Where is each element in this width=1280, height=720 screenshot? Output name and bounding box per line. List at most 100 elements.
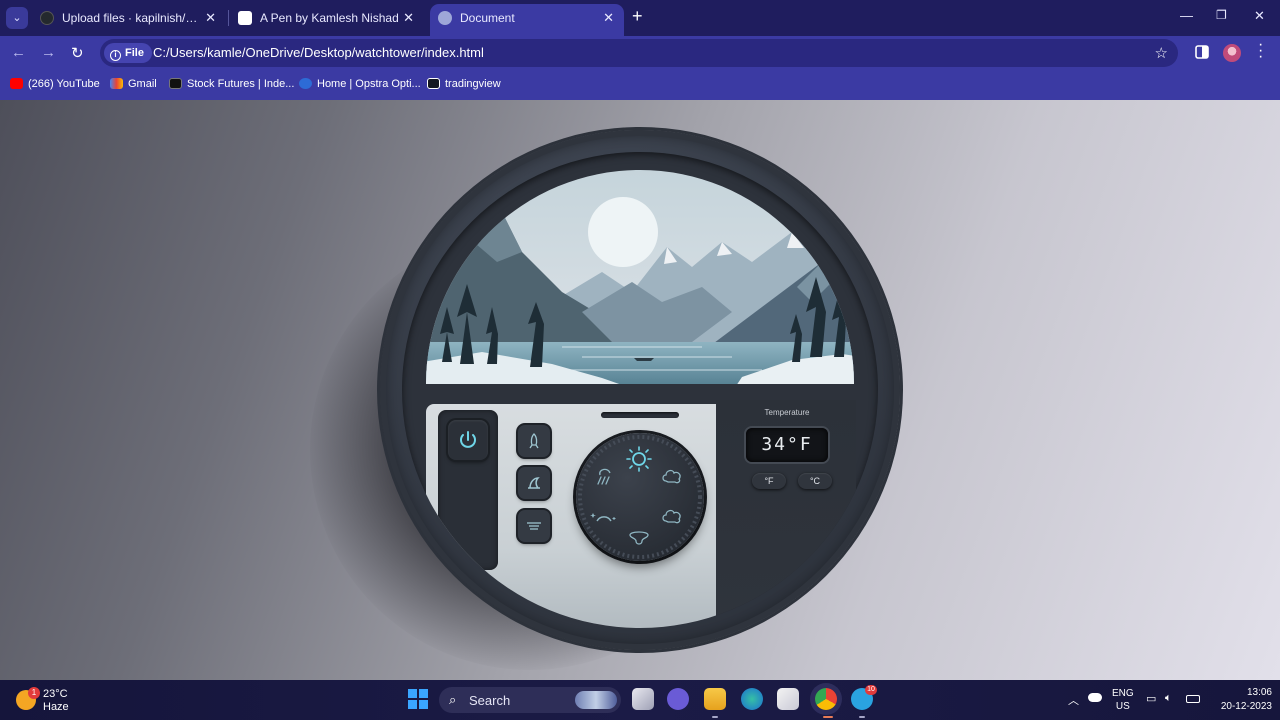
weather-widget[interactable]: 1 23°C Haze [16, 686, 86, 714]
info-icon: i [110, 50, 121, 61]
side-panel-icon[interactable] [1195, 45, 1209, 59]
battery-icon[interactable] [1186, 695, 1200, 703]
region-code: US [1115, 701, 1130, 712]
telegram-badge: 10 [865, 685, 877, 695]
url-text[interactable]: C:/Users/kamle/OneDrive/Desktop/watchtow… [153, 39, 484, 67]
tab-codepen[interactable]: A Pen by Kamlesh Nishad ✕ [230, 4, 424, 32]
temperature-label: Temperature [764, 408, 810, 417]
mode-button-rocket[interactable] [518, 425, 550, 457]
search-label: Search [469, 693, 511, 708]
bookmark-label: Gmail [128, 78, 157, 90]
windows-taskbar: 1 23°C Haze ⌕ Search 10 ︿ ENG US ▭ 🔈︎ 13… [0, 680, 1280, 720]
file-explorer-icon[interactable] [704, 688, 726, 710]
globe-icon [438, 11, 452, 25]
reload-icon[interactable]: ↻ [71, 44, 84, 62]
clock-time: 13:06 [1246, 687, 1272, 698]
more-menu-icon[interactable]: · · · [1258, 37, 1263, 65]
power-button[interactable] [448, 420, 488, 460]
bookmarks-bar: (266) YouTube Gmail Stock Futures | Inde… [0, 70, 1280, 100]
mode-button-vent[interactable] [518, 510, 550, 542]
running-indicator [712, 716, 718, 718]
tradingview-icon [427, 78, 440, 89]
tab-title: A Pen by Kamlesh Nishad [260, 11, 399, 25]
address-bar[interactable]: i File C:/Users/kamle/OneDrive/Desktop/wa… [100, 39, 1178, 67]
language-code: ENG [1112, 688, 1134, 699]
bookmark-label: Home | Opstra Opti... [317, 78, 421, 90]
display-slot [601, 412, 679, 418]
device-face: Temperature 34°F °F °C [402, 152, 878, 628]
back-icon[interactable]: ← [11, 44, 26, 61]
bookmark-star-icon[interactable]: ☆ [1155, 44, 1168, 62]
chrome-icon[interactable] [815, 688, 837, 710]
wind-sail-icon [528, 477, 540, 489]
night-icon [590, 513, 616, 522]
celsius-button[interactable]: °C [798, 473, 832, 489]
restore-icon[interactable]: ❐ [1216, 8, 1227, 22]
profile-avatar[interactable] [1223, 44, 1241, 62]
close-icon[interactable]: ✕ [403, 4, 414, 32]
volume-icon[interactable]: 🔈︎ [1165, 692, 1172, 705]
mode-button-sail[interactable] [518, 467, 550, 499]
moon-icon [588, 197, 658, 267]
youtube-icon [10, 78, 23, 89]
fan-icon [629, 531, 649, 545]
gmail-icon [110, 78, 123, 89]
rain-icon [597, 468, 611, 485]
start-button[interactable] [408, 689, 428, 709]
active-indicator [823, 716, 833, 718]
network-icon[interactable]: ▭ [1146, 692, 1156, 705]
bookmark-label: Stock Futures | Inde... [187, 78, 295, 90]
edge-icon[interactable] [741, 688, 763, 710]
show-hidden-icons[interactable]: ︿ [1068, 692, 1079, 708]
taskbar-search[interactable]: ⌕ Search [439, 687, 621, 713]
weather-mode-dial[interactable] [576, 433, 704, 561]
running-indicator [859, 716, 865, 718]
search-icon: ⌕ [449, 692, 457, 707]
cloudy-icon [662, 469, 681, 484]
teams-chat-icon[interactable] [667, 688, 689, 710]
investing-icon [169, 78, 182, 89]
tab-search-button[interactable]: ⌄ [6, 7, 28, 29]
forward-icon[interactable]: → [41, 44, 56, 61]
tab-separator [228, 10, 229, 26]
github-icon [40, 11, 54, 25]
page-viewport: Temperature 34°F °F °C [0, 100, 1280, 680]
minimize-icon[interactable]: — [1180, 8, 1193, 23]
bookmark-label: tradingview [445, 78, 501, 90]
chip-label: File [125, 47, 144, 59]
bookmark-tradingview[interactable]: tradingview [427, 78, 501, 90]
new-tab-button[interactable]: + [632, 6, 643, 27]
site-info-chip[interactable]: i File [104, 43, 152, 63]
weather-device: Temperature 34°F °F °C [380, 130, 900, 650]
close-icon[interactable]: ✕ [205, 4, 216, 32]
opstra-icon [299, 78, 312, 89]
tab-title: Document [460, 11, 515, 25]
bookmark-opstra[interactable]: Home | Opstra Opti... [299, 78, 421, 90]
store-icon[interactable] [777, 688, 799, 710]
weather-description: Haze [43, 701, 69, 713]
close-icon[interactable]: ✕ [603, 4, 614, 32]
weather-temperature: 23°C [43, 688, 68, 700]
search-highlight-image [575, 691, 617, 709]
notification-badge: 1 [28, 687, 40, 699]
tab-bar: ⌄ Upload files · kapilnish/Climate ✕ A P… [0, 0, 1280, 36]
bookmark-investing[interactable]: Stock Futures | Inde... [169, 78, 294, 90]
bookmark-youtube[interactable]: (266) YouTube [10, 78, 100, 90]
tab-upload-files[interactable]: Upload files · kapilnish/Climate ✕ [32, 4, 226, 32]
power-icon [460, 431, 476, 448]
temperature-display: 34°F [746, 428, 828, 462]
system-clock[interactable]: 13:06 20-12-2023 [1208, 686, 1272, 714]
storm-cloud-icon [662, 509, 681, 524]
close-window-icon[interactable]: ✕ [1254, 8, 1265, 24]
onedrive-cloud-icon[interactable] [1088, 693, 1102, 702]
clock-date: 20-12-2023 [1220, 701, 1272, 712]
codepen-icon [238, 11, 252, 25]
bookmark-gmail[interactable]: Gmail [110, 78, 157, 90]
tab-document[interactable]: Document ✕ [430, 4, 624, 36]
tab-title: Upload files · kapilnish/Climate [62, 11, 202, 25]
language-indicator[interactable]: ENG US [1112, 687, 1134, 713]
chevron-down-icon: ⌄ [12, 12, 22, 24]
browser-toolbar: ← → ↻ i File C:/Users/kamle/OneDrive/Desk… [0, 36, 1280, 70]
fahrenheit-button[interactable]: °F [752, 473, 786, 489]
task-view-icon[interactable] [632, 688, 654, 710]
